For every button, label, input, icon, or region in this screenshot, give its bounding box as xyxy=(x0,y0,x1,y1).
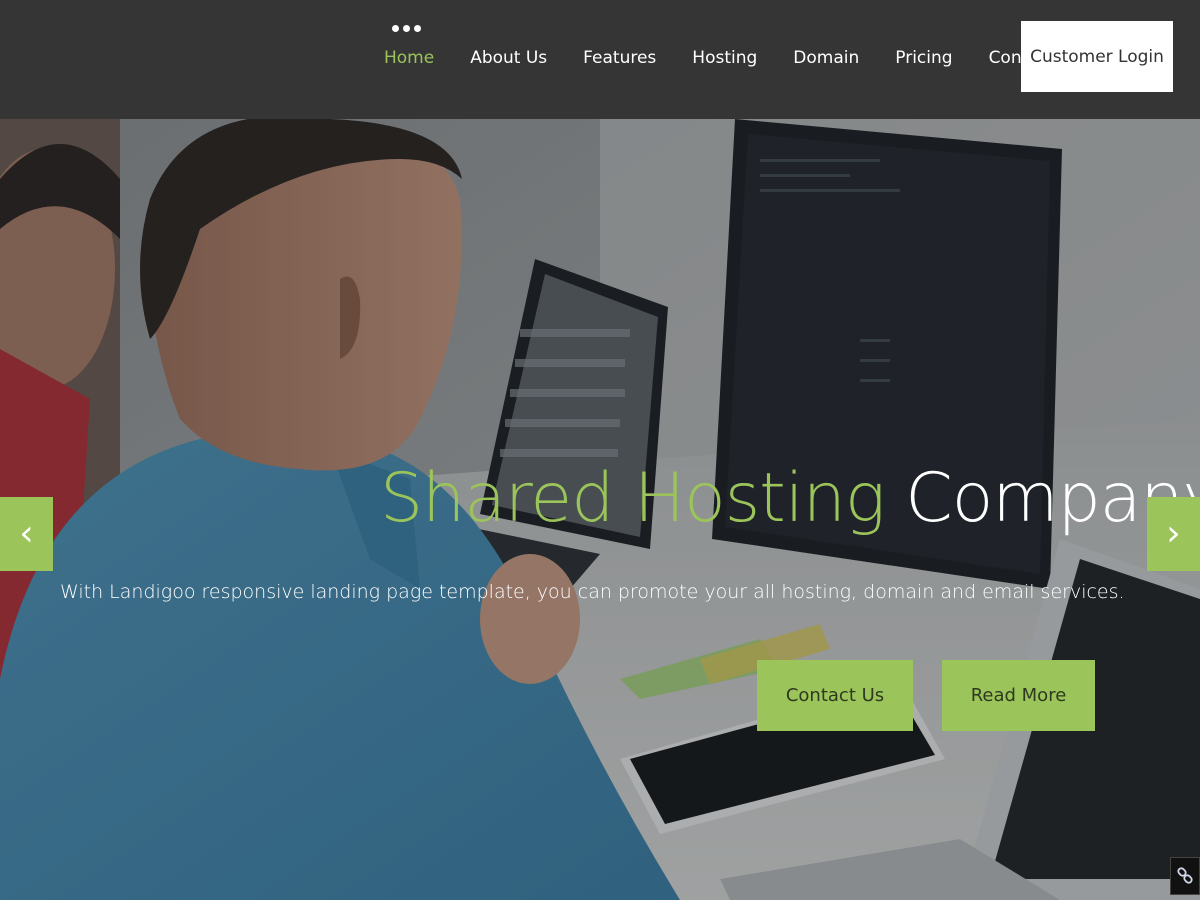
contact-us-button[interactable]: Contact Us xyxy=(757,660,913,731)
top-navbar: Home About Us Features Hosting Domain Pr… xyxy=(0,0,1200,119)
nav-domain[interactable]: Domain xyxy=(775,48,877,68)
read-more-button[interactable]: Read More xyxy=(942,660,1095,731)
chevron-right-icon[interactable]: › xyxy=(1147,497,1200,571)
link-icon[interactable] xyxy=(1170,857,1200,895)
nav-hosting[interactable]: Hosting xyxy=(674,48,775,68)
nav-home[interactable]: Home xyxy=(366,48,452,68)
landing-page: Home About Us Features Hosting Domain Pr… xyxy=(0,0,1200,900)
customer-login-button[interactable]: Customer Login xyxy=(1021,21,1173,92)
nav-features[interactable]: Features xyxy=(565,48,674,68)
chevron-left-icon[interactable]: ‹ xyxy=(0,497,53,571)
hero-headline: Shared Hosting Company xyxy=(380,459,1200,539)
main-nav: Home About Us Features Hosting Domain Pr… xyxy=(366,0,1073,119)
nav-about-us[interactable]: About Us xyxy=(452,48,565,68)
nav-pricing[interactable]: Pricing xyxy=(877,48,970,68)
hero-subtitle: With Landigoo responsive landing page te… xyxy=(60,581,1125,603)
hero-slider: Shared Hosting Company With Landigoo res… xyxy=(0,119,1200,900)
hero-headline-accent: Shared Hosting xyxy=(380,459,886,538)
